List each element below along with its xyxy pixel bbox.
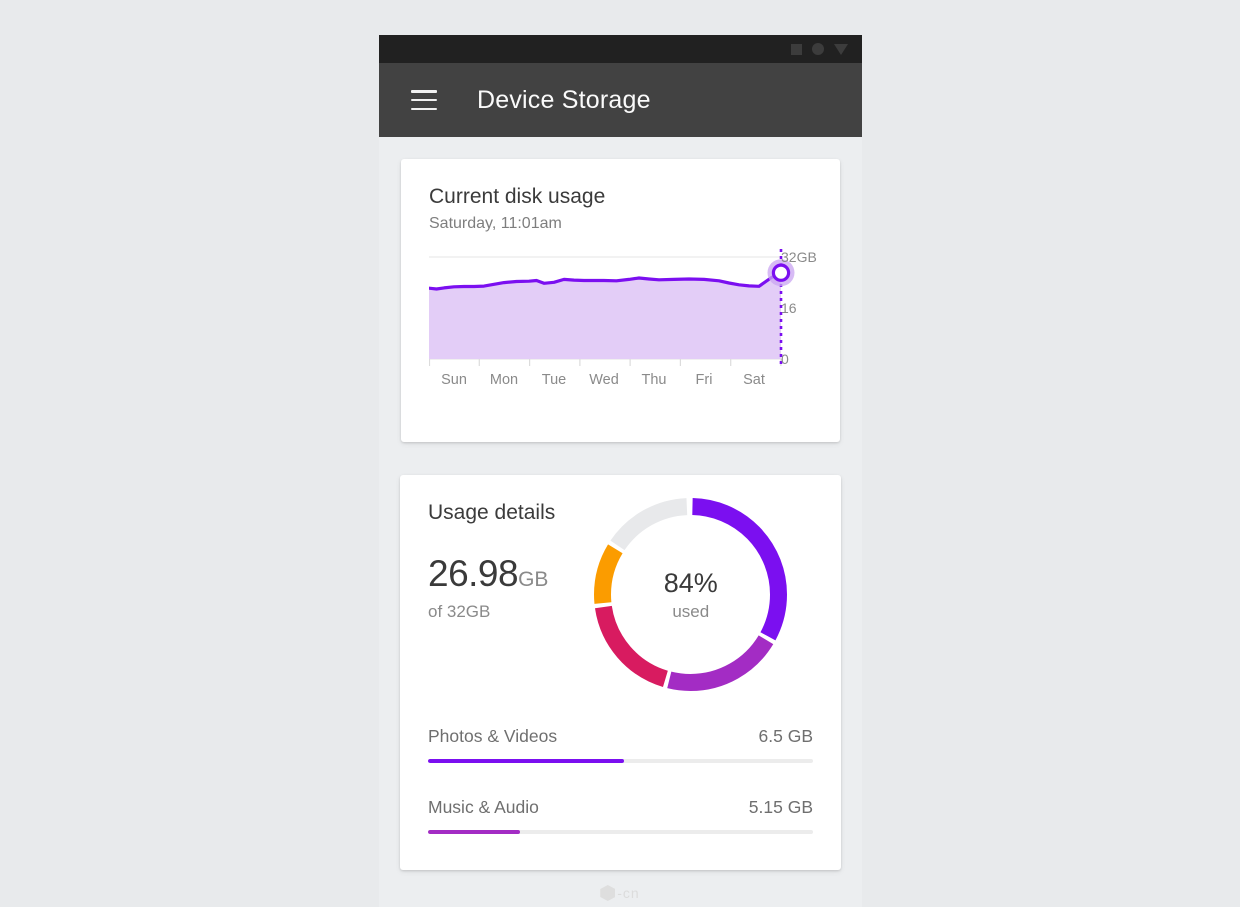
watermark: -cn	[0, 885, 1240, 901]
y-axis-label-min: 0	[781, 351, 789, 367]
page-title: Device Storage	[477, 86, 651, 115]
x-axis-label-tue: Tue	[529, 372, 579, 388]
row-label: Photos & Videos	[428, 726, 557, 747]
content-area: Current disk usage Saturday, 11:01am	[379, 137, 862, 907]
row-size: 6.5 GB	[759, 726, 813, 747]
watermark-text: -cn	[617, 885, 639, 901]
x-axis-label-sun: Sun	[429, 372, 479, 388]
app-bar: Device Storage	[379, 63, 862, 137]
x-axis-label-fri: Fri	[679, 372, 729, 388]
list-item[interactable]: Music & Audio 5.15 GB	[428, 797, 813, 834]
used-amount-value: 26.98	[428, 553, 518, 594]
list-item[interactable]: Photos & Videos 6.5 GB	[428, 726, 813, 763]
storage-breakdown-list: Photos & Videos 6.5 GB Music & Audio 5.1…	[428, 726, 813, 834]
status-bar-icons	[791, 43, 848, 55]
x-axis-label-wed: Wed	[579, 372, 629, 388]
y-axis-label-mid: 16	[781, 300, 797, 316]
row-progress-track	[428, 759, 813, 763]
donut-percent-value: 84%	[664, 568, 718, 599]
usage-card-title: Current disk usage	[429, 185, 812, 209]
row-progress-fill	[428, 830, 520, 834]
total-capacity-label: of 32GB	[428, 602, 555, 622]
square-icon	[791, 44, 802, 55]
row-header: Photos & Videos 6.5 GB	[428, 726, 813, 747]
circle-icon	[812, 43, 824, 55]
usage-details-top: Usage details 26.98GB of 32GB	[428, 501, 813, 702]
y-axis-label-max: 32GB	[781, 249, 817, 265]
row-progress-track	[428, 830, 813, 834]
donut-percent-caption: used	[672, 602, 709, 622]
row-header: Music & Audio 5.15 GB	[428, 797, 813, 818]
details-card-title: Usage details	[428, 501, 555, 525]
usage-details-card: Usage details 26.98GB of 32GB	[400, 475, 841, 870]
screen-root: Device Storage Current disk usage Saturd…	[0, 0, 1240, 907]
triangle-down-icon	[834, 44, 848, 55]
area-chart-svg	[429, 249, 819, 371]
x-axis-label-mon: Mon	[479, 372, 529, 388]
usage-card-subtitle: Saturday, 11:01am	[429, 215, 812, 233]
current-disk-usage-card: Current disk usage Saturday, 11:01am	[401, 159, 840, 442]
x-axis-labels: Sun Mon Tue Wed Thu Fri Sat	[429, 372, 779, 388]
disk-usage-area-chart[interactable]: 32GB 16 0 Sun Mon Tue Wed Thu Fri Sat	[429, 249, 819, 393]
donut-center-labels: 84% used	[583, 487, 798, 702]
hamburger-menu-icon[interactable]	[411, 90, 437, 110]
watermark-hex-icon	[600, 885, 615, 901]
x-axis-label-thu: Thu	[629, 372, 679, 388]
used-amount: 26.98GB	[428, 553, 555, 595]
usage-details-left: Usage details 26.98GB of 32GB	[428, 501, 555, 702]
row-progress-fill	[428, 759, 624, 763]
y-axis-labels: 32GB 16 0	[781, 249, 841, 371]
x-axis-label-sat: Sat	[729, 372, 779, 388]
storage-donut-chart[interactable]: 84% used	[583, 487, 798, 702]
row-size: 5.15 GB	[749, 797, 813, 818]
status-bar	[379, 35, 862, 63]
row-label: Music & Audio	[428, 797, 539, 818]
x-axis-ticks	[430, 359, 781, 366]
phone-viewport: Device Storage Current disk usage Saturd…	[379, 35, 862, 907]
used-amount-unit: GB	[518, 568, 548, 591]
